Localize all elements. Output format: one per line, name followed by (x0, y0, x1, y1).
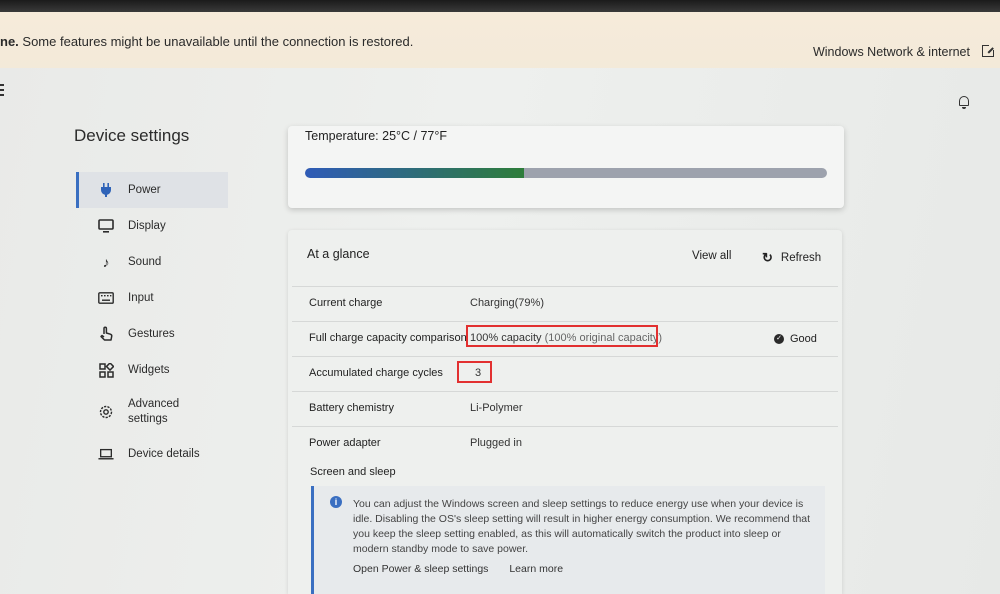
status-badge: ✓ Good (774, 333, 817, 345)
refresh-icon: ↻ (762, 250, 773, 265)
widgets-icon (98, 362, 114, 378)
sidebar-item-input[interactable]: Input (76, 280, 228, 316)
temperature-bar (305, 168, 827, 178)
sidebar-item-sound[interactable]: ♪ Sound (76, 244, 228, 280)
advanced-gear-icon (98, 404, 114, 420)
hand-icon (98, 326, 114, 342)
plug-icon (98, 182, 114, 198)
highlight-box (466, 325, 658, 347)
at-a-glance-card: At a glance View all ↻ Refresh Current ch… (288, 230, 842, 594)
sidebar-item-advanced-settings[interactable]: Advanced settings (76, 388, 228, 436)
sidebar-item-device-details[interactable]: Device details (76, 436, 228, 472)
open-power-sleep-link[interactable]: Open Power & sleep settings (353, 563, 488, 575)
connection-banner: ne. Some features might be unavailable u… (0, 12, 1000, 68)
sidebar-item-gestures[interactable]: Gestures (76, 316, 228, 352)
screen-bezel (0, 0, 1000, 12)
view-all-button[interactable]: View all (692, 250, 731, 262)
row-battery-chemistry: Battery chemistry Li-Polymer (292, 391, 838, 426)
row-value: Charging(79%) (470, 297, 544, 309)
row-key: Accumulated charge cycles (309, 367, 443, 379)
glance-title: At a glance (307, 247, 370, 261)
row-key: Power adapter (309, 437, 381, 449)
row-value: Plugged in (470, 437, 522, 449)
info-box: i You can adjust the Windows screen and … (311, 486, 825, 594)
learn-more-link[interactable]: Learn more (509, 563, 563, 575)
highlight-box (457, 361, 492, 383)
row-value: Li-Polymer (470, 402, 523, 414)
sidebar-title: Device settings (74, 126, 190, 145)
sidebar-item-display[interactable]: Display (76, 208, 228, 244)
info-icon: i (330, 496, 342, 508)
check-circle-icon: ✓ (774, 334, 784, 344)
sidebar-item-power[interactable]: Power (76, 172, 228, 208)
screen-and-sleep-title: Screen and sleep (310, 466, 396, 478)
temperature-label: Temperature: 25°C / 77°F (305, 129, 448, 143)
row-key: Full charge capacity comparison (309, 332, 467, 344)
row-key: Current charge (309, 297, 383, 309)
music-note-icon: ♪ (102, 254, 110, 270)
refresh-button[interactable]: ↻ Refresh (762, 250, 821, 266)
info-text: You can adjust the Windows screen and sl… (353, 498, 811, 555)
row-power-adapter: Power adapter Plugged in (292, 426, 838, 461)
hamburger-menu-icon[interactable] (0, 84, 4, 96)
banner-message: ne. Some features might be unavailable u… (0, 34, 414, 49)
row-charge-cycles: Accumulated charge cycles 3 (292, 356, 838, 391)
sidebar-nav: Power Display ♪ Sound Input Gestures Widg… (76, 172, 228, 472)
notification-bell-icon[interactable] (958, 96, 970, 109)
keyboard-icon (98, 290, 114, 306)
temperature-bar-fill (305, 168, 525, 178)
monitor-icon (98, 218, 114, 234)
info-links: Open Power & sleep settings Learn more (353, 563, 581, 575)
laptop-icon (98, 446, 114, 462)
row-current-charge: Current charge Charging(79%) (292, 286, 838, 321)
temperature-card: Temperature: 25°C / 77°F (288, 126, 844, 208)
network-settings-link[interactable]: Windows Network & internet (813, 45, 970, 59)
external-link-icon[interactable] (982, 44, 995, 57)
row-full-charge-capacity: Full charge capacity comparison 100% cap… (292, 321, 838, 356)
row-key: Battery chemistry (309, 402, 394, 414)
sidebar-item-widgets[interactable]: Widgets (76, 352, 228, 388)
